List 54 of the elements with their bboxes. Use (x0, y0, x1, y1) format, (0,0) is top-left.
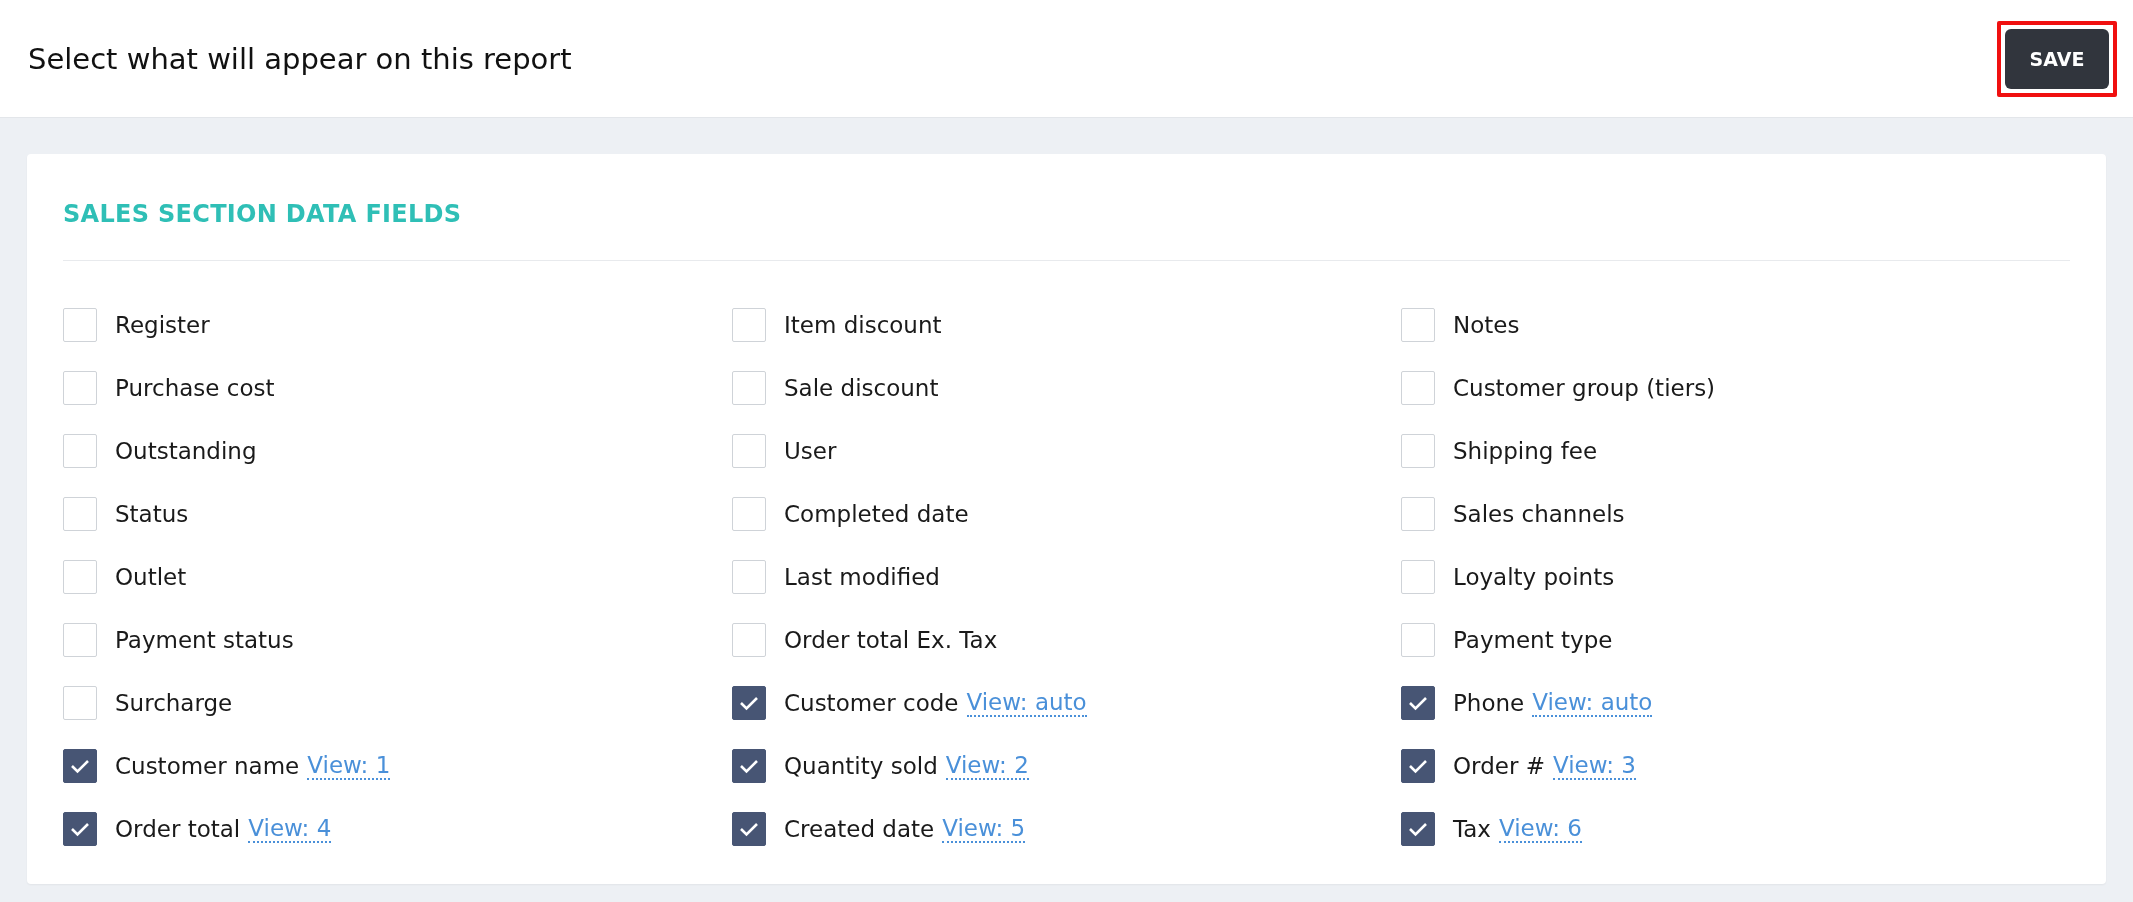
field-label: Order total (115, 815, 241, 842)
section-heading: SALES SECTION DATA FIELDS (63, 200, 2070, 261)
field-label: Order # (1453, 752, 1545, 779)
checkbox[interactable] (1401, 685, 1435, 720)
checkbox[interactable] (63, 811, 97, 846)
field-label: Outlet (115, 563, 187, 590)
view-link[interactable]: View: auto (1532, 688, 1653, 717)
save-button[interactable]: SAVE (2005, 28, 2109, 89)
field-label: Sales channels (1453, 500, 1625, 527)
view-link[interactable]: View: 6 (1498, 814, 1582, 843)
field-label: Shipping fee (1453, 437, 1598, 464)
field-label: Sale discount (784, 374, 939, 401)
field-label: Completed date (784, 500, 969, 527)
field-label: Tax (1453, 815, 1491, 842)
field-label: Phone (1453, 689, 1525, 716)
field-label: Purchase cost (115, 374, 275, 401)
checkbox[interactable] (63, 748, 97, 783)
field-label: Outstanding (115, 437, 257, 464)
field-label: User (784, 437, 837, 464)
field-label: Payment status (115, 626, 294, 653)
field-label: Payment type (1453, 626, 1613, 653)
checkbox[interactable] (732, 811, 766, 846)
field-label: Notes (1453, 311, 1520, 338)
checkmark-icon (1408, 757, 1428, 774)
field-label: Surcharge (115, 689, 233, 716)
checkbox[interactable] (1401, 811, 1435, 846)
view-link[interactable]: View: 5 (942, 814, 1026, 843)
view-link[interactable]: View: 1 (307, 751, 391, 780)
field-label: Order total Ex. Tax (784, 626, 998, 653)
view-link[interactable]: View: 4 (248, 814, 332, 843)
page-title: Select what will appear on this report (28, 41, 572, 76)
checkmark-icon (70, 757, 90, 774)
field-label: Loyalty points (1453, 563, 1615, 590)
field-label: Register (115, 311, 210, 338)
view-link[interactable]: View: 3 (1552, 751, 1636, 780)
checkmark-icon (739, 820, 759, 837)
checkmark-icon (739, 757, 759, 774)
view-link[interactable]: View: 2 (945, 751, 1029, 780)
field-label: Quantity sold (784, 752, 938, 779)
checkmark-icon (739, 694, 759, 711)
checkbox[interactable] (732, 685, 766, 720)
checkbox[interactable] (1401, 748, 1435, 783)
checkmark-icon (1408, 820, 1428, 837)
checkbox[interactable] (732, 748, 766, 783)
field-label: Customer group (tiers) (1453, 374, 1716, 401)
view-link[interactable]: View: auto (966, 688, 1087, 717)
field-label: Status (115, 500, 189, 527)
checkmark-icon (1408, 694, 1428, 711)
field-label: Customer name (115, 752, 300, 779)
field-label: Created date (784, 815, 935, 842)
field-label: Last modified (784, 563, 940, 590)
field-label: Item discount (784, 311, 942, 338)
field-label: Customer code (784, 689, 959, 716)
checkmark-icon (70, 820, 90, 837)
